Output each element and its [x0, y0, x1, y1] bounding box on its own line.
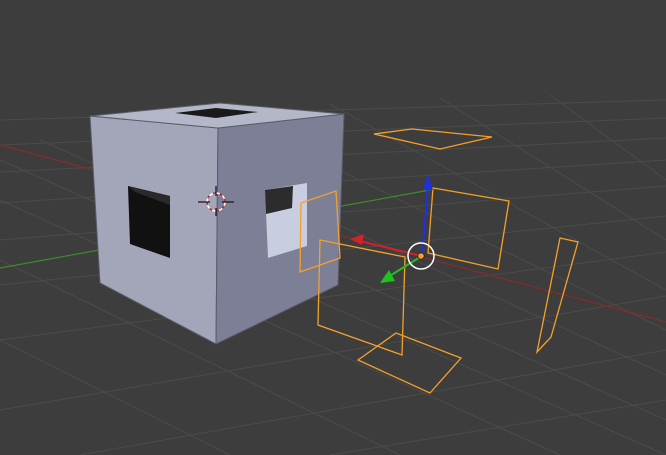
gizmo-z-axis[interactable]	[421, 185, 429, 257]
gizmo-pivot	[417, 252, 425, 260]
plane-far-right[interactable]	[535, 237, 579, 355]
cube-mesh[interactable]	[89, 102, 345, 345]
gizmo-x-arrow[interactable]	[350, 234, 364, 245]
transform-gizmo-icon[interactable]	[350, 174, 435, 283]
gizmo-z-arrow[interactable]	[423, 174, 433, 190]
viewport-canvas[interactable]	[0, 0, 666, 455]
3d-viewport[interactable]	[0, 0, 666, 455]
plane-bottom[interactable]	[356, 332, 463, 394]
gizmo-y-arrow[interactable]	[380, 270, 395, 283]
plane-top[interactable]	[373, 128, 493, 150]
